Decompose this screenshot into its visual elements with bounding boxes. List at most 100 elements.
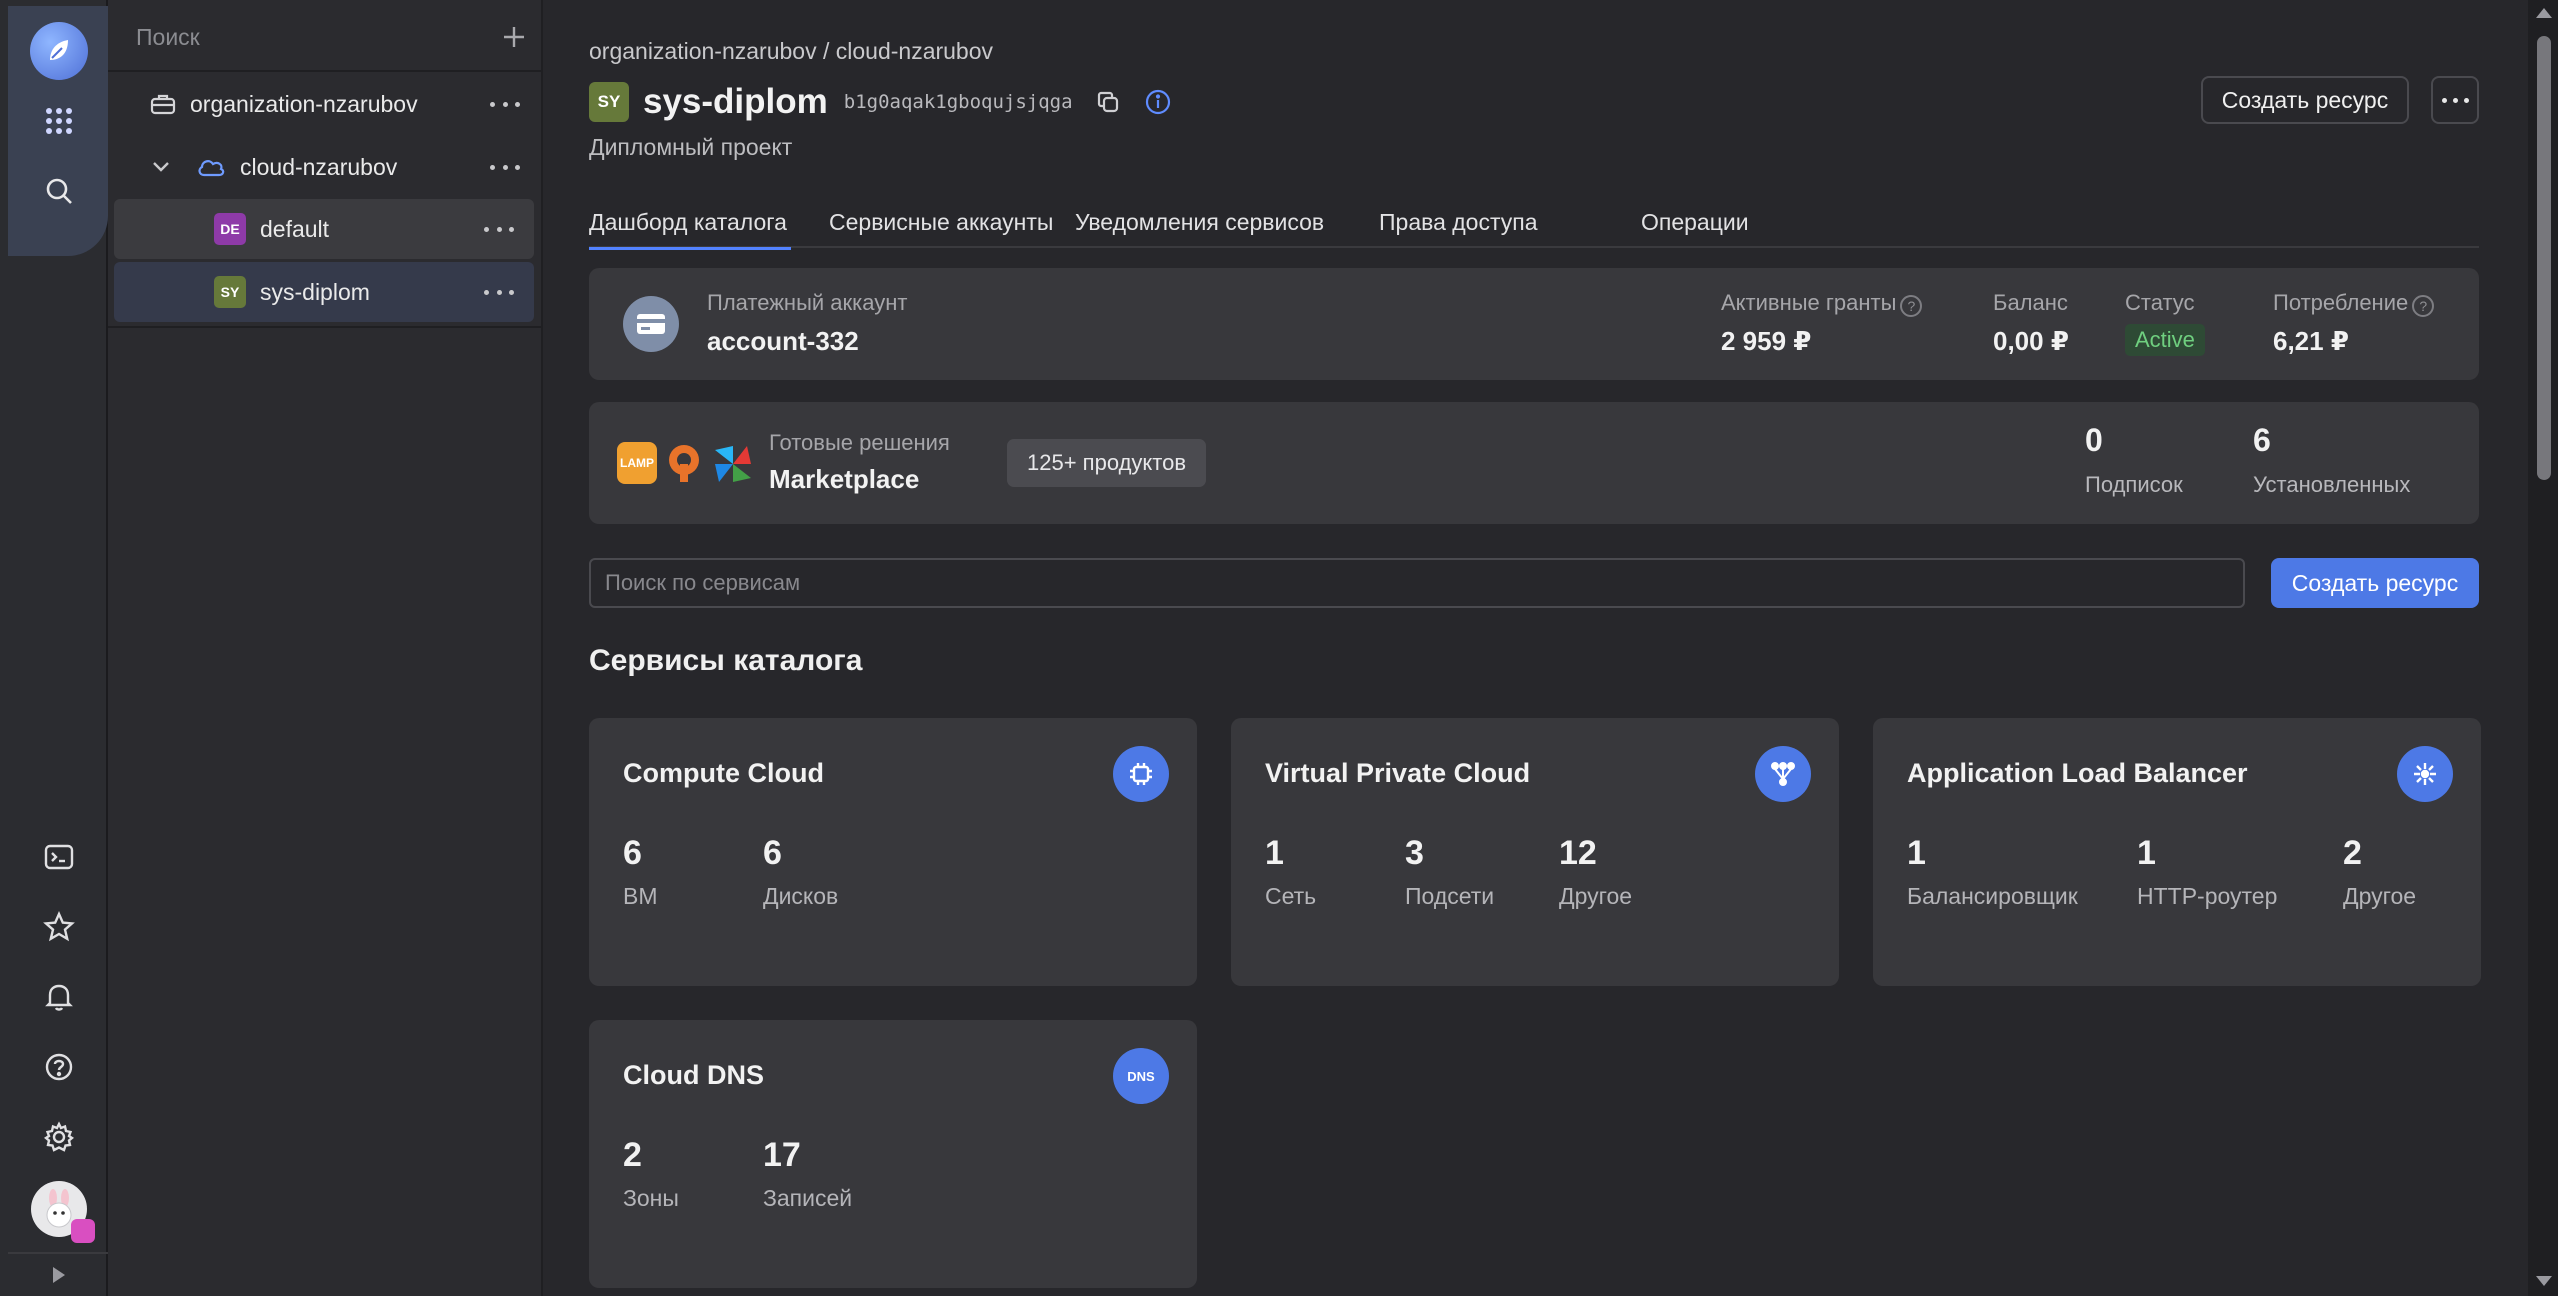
grants-label-group: Активные гранты? [1721,290,1923,317]
usage-label-group: Потребление? [2273,290,2435,317]
balance-value: 0,00 ₽ [1993,326,2069,356]
expand-rail-button[interactable] [24,1240,94,1296]
avatar [31,1181,95,1243]
stat-value: 2 [623,1136,642,1174]
more-icon[interactable] [490,92,520,116]
scroll-down-icon[interactable] [2536,1276,2552,1286]
billing-card[interactable]: Платежный аккаунт account-332 Активные г… [589,268,2479,380]
profile-button[interactable] [24,1174,95,1244]
stat-value: 1 [1265,834,1284,872]
usage-value: 6,21 ₽ [2273,326,2349,356]
page-title: sys-diplom [643,82,828,121]
stat-label: ВМ [623,883,658,909]
tab-access-rights[interactable]: Права доступа [1379,196,1538,248]
page-description: Дипломный проект [589,134,793,160]
grants-label: Активные гранты [1721,290,1897,315]
service-title[interactable]: Application Load Balancer [1907,758,2248,789]
billing-account-value[interactable]: account-332 [707,326,859,357]
all-services-button[interactable] [24,86,94,156]
tab-service-notifications[interactable]: Уведомления сервисов [1075,196,1324,248]
tree-item-folder-sys-diplom[interactable]: SY sys-diplom [114,262,534,322]
marketplace-title[interactable]: Marketplace [769,464,919,495]
service-card-alb[interactable]: Application Load Balancer 1 Балансировщик… [1873,718,2481,986]
tree-item-cloud[interactable]: cloud-nzarubov [116,137,542,197]
logo-button[interactable] [24,16,94,86]
breadcrumb[interactable]: organization-nzarubov / cloud-nzarubov [589,38,993,65]
tree-item-label: cloud-nzarubov [240,153,398,180]
cloud-logo-icon [30,22,88,80]
terminal-button[interactable] [24,822,94,892]
stat-value: 1 [1907,834,1926,872]
stat-value: 2 [2343,834,2362,872]
stat-label: Балансировщик [1907,883,2078,909]
tree-item-label: default [260,215,330,242]
more-icon[interactable] [484,280,514,304]
subscriptions-label: Подписок [2085,472,2183,497]
stat-value: 12 [1559,834,1597,872]
create-resource-primary-button[interactable]: Создать ресурс [2271,558,2479,608]
stat-other: 12 Другое [1559,834,1632,910]
settings-button[interactable] [24,1102,94,1172]
expand-arrow-icon [53,1267,65,1283]
balance-label: Баланс [1993,290,2068,315]
subscriptions-count: 0 [2085,422,2103,458]
stat-label: Подсети [1405,883,1495,909]
help-button[interactable] [24,1032,94,1102]
tab-service-accounts[interactable]: Сервисные аккаунты [829,196,1053,248]
stat-value: 1 [2137,834,2156,872]
grid-icon [46,108,72,134]
star-icon [43,911,75,942]
more-icon[interactable] [484,217,514,241]
copy-id-button[interactable] [1091,85,1125,119]
tab-bar: Дашборд каталога Сервисные аккаунты Увед… [589,196,2479,250]
stat-label: Зоны [623,1185,679,1211]
service-title[interactable]: Virtual Private Cloud [1265,758,1530,789]
stat-balancers: 1 Балансировщик [1907,834,2078,910]
resource-navigator: Поиск organization-nzarubov cloud-nzarub… [108,0,543,1296]
tree-item-folder-default[interactable]: DE default [114,199,534,259]
search-button[interactable] [24,156,94,226]
service-title[interactable]: Cloud DNS [623,1060,764,1091]
main-content: organization-nzarubov / cloud-nzarubov S… [545,0,2525,1296]
service-title[interactable]: Compute Cloud [623,758,824,789]
folder-badge: DE [214,213,246,245]
navigator-tree-divider [108,326,541,328]
scroll-up-icon[interactable] [2536,8,2552,18]
stat-label: Записей [763,1185,853,1211]
service-card-cloud-dns[interactable]: Cloud DNS DNS 2 Зоны 17 Записей [589,1020,1197,1288]
stat-label: Другое [2343,883,2417,909]
stat-vm: 6 ВМ [623,834,658,910]
grants-value: 2 959 ₽ [1721,326,1812,356]
navigator-search-placeholder: Поиск [136,23,200,50]
scroll-thumb[interactable] [2537,36,2551,480]
help-icon[interactable]: ? [1900,294,1923,317]
stat-label: Сеть [1265,883,1317,909]
info-button[interactable] [1141,85,1175,119]
favorites-button[interactable] [24,892,94,962]
more-actions-button[interactable] [2431,76,2479,124]
navigator-search[interactable]: Поиск [136,20,526,54]
create-resource-button[interactable]: Создать ресурс [2201,76,2409,124]
notifications-button[interactable] [24,962,94,1032]
tree-item-organization[interactable]: organization-nzarubov [116,74,542,134]
service-card-vpc[interactable]: Virtual Private Cloud 1 Сеть 3 Подсети 12 Д… [1231,718,1839,986]
gear-icon [43,1121,75,1152]
folder-id: b1g0aqak1gboqujsjqga [843,91,1073,113]
vertical-scrollbar[interactable] [2528,0,2558,1296]
billing-account-label: Платежный аккаунт [707,290,908,315]
installed-count: 6 [2253,422,2271,458]
chevron-down-icon[interactable] [152,161,170,173]
stat-subnets: 3 Подсети [1405,834,1494,910]
tab-operations[interactable]: Операции [1641,196,1749,248]
more-icon[interactable] [490,155,520,179]
stat-disks: 6 Дисков [763,834,838,910]
tab-dashboard[interactable]: Дашборд каталога [589,196,791,250]
plus-icon[interactable] [502,25,526,49]
service-card-compute-cloud[interactable]: Compute Cloud 6 ВМ 6 Дисков [589,718,1197,986]
tree-item-label: sys-diplom [260,278,370,305]
services-search-input[interactable] [589,558,2245,608]
tree-item-label: organization-nzarubov [190,90,418,117]
help-icon[interactable]: ? [2412,294,2435,317]
products-badge[interactable]: 125+ продуктов [1007,439,1207,487]
marketplace-card[interactable]: LAMP Готовые решения Marketplace 125+ пр… [589,402,2479,524]
